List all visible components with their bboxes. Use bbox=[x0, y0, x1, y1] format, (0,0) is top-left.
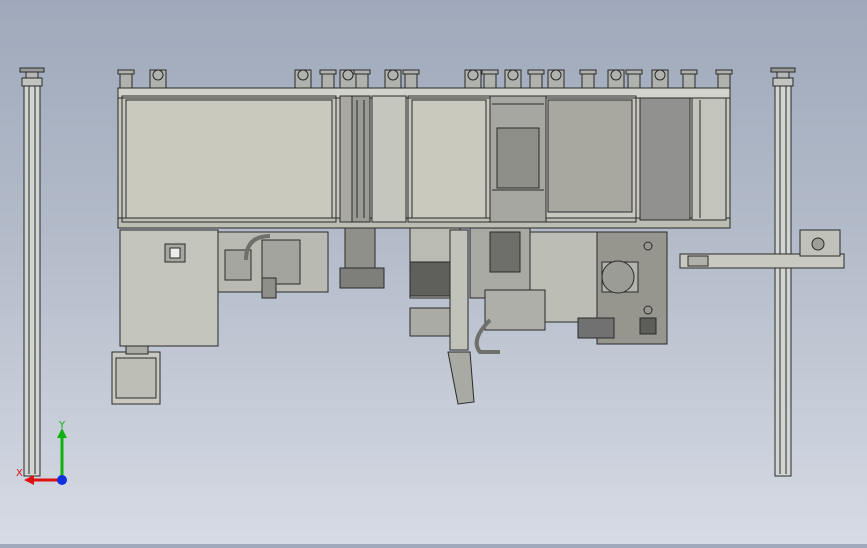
cad-graphics-viewport[interactable] bbox=[0, 0, 867, 544]
x-axis-arrow-icon: X bbox=[16, 468, 60, 485]
conveyor-arm[interactable] bbox=[679, 229, 845, 269]
machine-assembly-drawing[interactable] bbox=[0, 0, 867, 544]
x-axis-label: X bbox=[16, 468, 23, 479]
coordinate-triad: Y X bbox=[14, 420, 84, 490]
right-support-column[interactable] bbox=[770, 67, 796, 477]
y-axis-label: Y bbox=[58, 420, 66, 431]
leveling-feet-row bbox=[117, 69, 733, 89]
left-support-column[interactable] bbox=[19, 67, 45, 477]
y-axis-arrow-icon: Y bbox=[57, 420, 67, 478]
lower-left-cabinet[interactable] bbox=[111, 229, 219, 405]
upper-frame[interactable] bbox=[117, 87, 731, 229]
central-mechanism-block[interactable] bbox=[217, 227, 599, 405]
z-axis-dot-icon bbox=[57, 475, 67, 485]
